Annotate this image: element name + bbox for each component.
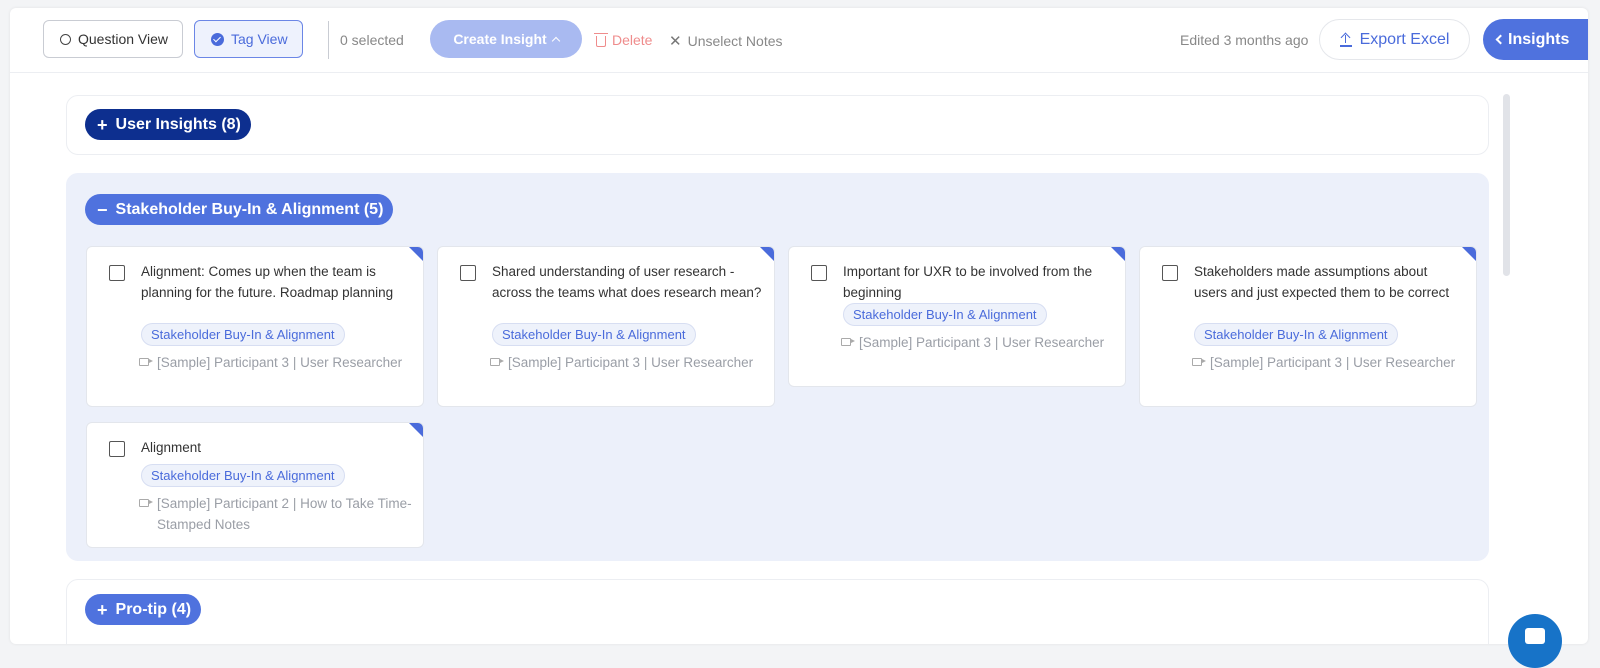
chevron-up-icon [551,36,560,45]
note-card[interactable]: Important for UXR to be involved from th… [788,246,1126,387]
video-icon [841,338,851,346]
note-source-label: [Sample] Participant 2 | How to Take Tim… [157,496,412,532]
card-corner-marker [1111,247,1125,261]
insights-label: Insights [1508,30,1570,48]
note-checkbox[interactable] [109,441,125,457]
export-excel-label: Export Excel [1359,30,1450,48]
circle-icon [60,33,71,45]
minus-icon: − [97,199,108,220]
video-icon [1192,358,1202,366]
group-stakeholder-buy-in: − Stakeholder Buy-In & Alignment (5) Ali… [66,173,1489,561]
group-pro-tip: + Pro-tip (4) [66,579,1489,644]
delete-label: Delete [612,32,653,48]
upload-icon [1339,32,1352,47]
close-icon: ✕ [669,33,682,50]
note-tag[interactable]: Stakeholder Buy-In & Alignment [492,323,696,346]
content-area: + User Insights (8) − Stakeholder Buy-In… [10,74,1588,644]
card-corner-marker [409,423,423,437]
delete-button[interactable]: Delete [594,32,653,48]
insights-button[interactable]: Insights [1483,19,1588,60]
note-source-label: [Sample] Participant 3 | User Researcher [508,355,754,370]
group-label: Pro-tip (4) [115,600,192,618]
export-excel-button[interactable]: Export Excel [1319,19,1470,60]
unselect-notes-label: Unselect Notes [687,33,783,49]
note-text: Alignment [141,440,202,455]
note-checkbox[interactable] [811,265,827,281]
note-source-label: [Sample] Participant 3 | User Researcher [859,335,1105,350]
tag-view-label: Tag View [231,31,288,47]
question-view-button[interactable]: Question View [43,20,184,58]
app-frame: Question View Tag View 0 selected Create… [10,8,1588,644]
trash-icon [594,32,608,47]
plus-icon: + [97,599,108,620]
group-label: Stakeholder Buy-In & Alignment (5) [115,200,384,218]
unselect-notes-button[interactable]: ✕ Unselect Notes [669,32,783,50]
card-corner-marker [760,247,774,261]
group-toggle-user-insights[interactable]: + User Insights (8) [85,109,251,140]
note-source[interactable]: [Sample] Participant 3 | User Researcher [490,353,770,374]
note-card[interactable]: Shared understanding of user research - … [437,246,775,407]
note-tag[interactable]: Stakeholder Buy-In & Alignment [141,323,345,346]
note-source[interactable]: [Sample] Participant 2 | How to Take Tim… [139,494,419,535]
toolbar-divider [328,21,329,59]
note-source[interactable]: [Sample] Participant 3 | User Researcher [139,353,419,374]
selected-count: 0 selected [340,32,404,48]
note-source-label: [Sample] Participant 3 | User Researcher [1210,355,1456,370]
note-checkbox[interactable] [109,265,125,281]
note-tag[interactable]: Stakeholder Buy-In & Alignment [141,464,345,487]
scrollbar[interactable] [1503,94,1510,276]
note-source-label: [Sample] Participant 3 | User Researcher [157,355,403,370]
toolbar: Question View Tag View 0 selected Create… [10,8,1588,73]
create-insight-button[interactable]: Create Insight [430,20,582,58]
note-source[interactable]: [Sample] Participant 3 | User Researcher [841,333,1121,354]
create-insight-label: Create Insight [453,31,547,47]
note-checkbox[interactable] [1162,265,1178,281]
group-toggle-pro-tip[interactable]: + Pro-tip (4) [85,594,202,625]
note-checkbox[interactable] [460,265,476,281]
note-text: Shared understanding of user research - … [492,264,762,300]
tag-view-button[interactable]: Tag View [194,20,303,58]
note-text: Alignment: Comes up when the team is pla… [141,264,394,300]
chevron-left-icon [1495,34,1506,45]
check-circle-icon [211,32,224,46]
note-card[interactable]: Alignment: Comes up when the team is pla… [86,246,424,407]
group-toggle-stakeholder-buy-in[interactable]: − Stakeholder Buy-In & Alignment (5) [85,194,394,225]
note-card[interactable]: Alignment Stakeholder Buy-In & Alignment… [86,422,424,548]
note-tag[interactable]: Stakeholder Buy-In & Alignment [843,303,1047,326]
card-corner-marker [1462,247,1476,261]
video-icon [139,499,149,507]
note-text: Important for UXR to be involved from th… [843,264,1093,300]
group-label: User Insights (8) [115,115,241,133]
chat-icon[interactable] [1508,614,1562,668]
note-source[interactable]: [Sample] Participant 3 | User Researcher [1192,353,1472,374]
edited-timestamp: Edited 3 months ago [1180,32,1309,48]
plus-icon: + [97,114,108,135]
note-tag[interactable]: Stakeholder Buy-In & Alignment [1194,323,1398,346]
video-icon [490,358,500,366]
note-card[interactable]: Stakeholders made assumptions about user… [1139,246,1477,407]
group-user-insights: + User Insights (8) [66,95,1489,155]
video-icon [139,358,149,366]
question-view-label: Question View [78,31,169,47]
note-text: Stakeholders made assumptions about user… [1194,264,1450,300]
card-corner-marker [409,247,423,261]
